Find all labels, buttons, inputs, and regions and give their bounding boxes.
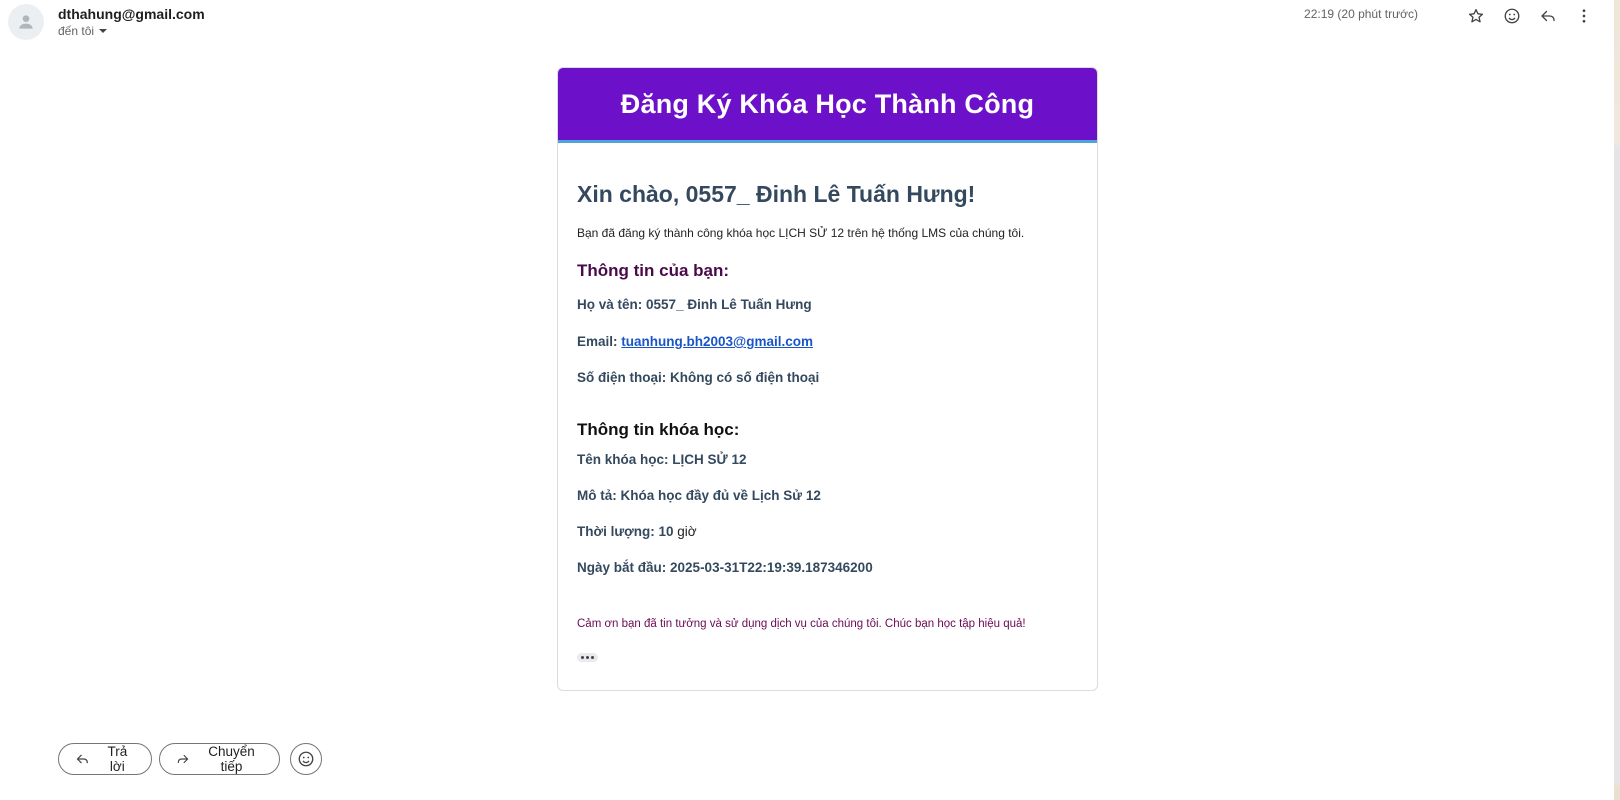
course-info-heading: Thông tin khóa học: [577, 420, 740, 439]
thanks-text: Cảm ơn bạn đã tin tưởng và sử dụng dịch … [577, 618, 1026, 630]
email-card: Đăng Ký Khóa Học Thành Công Xin chào, 05… [557, 67, 1098, 691]
email-title: Đăng Ký Khóa Học Thành Công [620, 88, 1035, 119]
reply-button[interactable]: Trả lời [58, 743, 152, 775]
course-name-label: Tên khóa học: [577, 452, 669, 467]
reply-label: Trả lời [107, 744, 128, 774]
email-row: Email: tuanhung.bh2003@gmail.com [577, 334, 813, 349]
sender-avatar[interactable] [8, 4, 44, 40]
phone-row: Số điện thoại: Không có số điện thoại [577, 370, 819, 385]
sender-email[interactable]: dthahung@gmail.com [58, 6, 205, 22]
description-row: Mô tả: Khóa học đầy đủ về Lịch Sử 12 [577, 488, 821, 503]
forward-label: Chuyển tiếp [208, 744, 255, 774]
forward-button[interactable]: Chuyển tiếp [159, 743, 280, 775]
start-date-row: Ngày bắt đầu: 2025-03-31T22:19:39.187346… [577, 560, 873, 575]
start-date-label: Ngày bắt đầu: [577, 560, 667, 575]
name-label: Họ và tên: [577, 297, 643, 312]
intro-text: Bạn đã đăng ký thành công khóa học LỊCH … [577, 226, 1025, 240]
emoji-icon [298, 751, 314, 767]
timestamp: 22:19 (20 phút trước) [1304, 7, 1418, 21]
phone-value: Không có số điện thoại [670, 370, 820, 385]
course-name-value: LỊCH SỬ 12 [672, 452, 747, 467]
email-banner: Đăng Ký Khóa Học Thành Công [558, 68, 1097, 143]
recipient-label: đến tôi [58, 24, 95, 38]
dot [591, 656, 594, 659]
duration-value: 10 [658, 524, 674, 539]
dot [581, 656, 584, 659]
user-info-heading: Thông tin của bạn: [577, 261, 730, 280]
recipient-details-toggle[interactable]: đến tôi [58, 24, 108, 38]
duration-unit: giờ [677, 524, 697, 539]
emoji-reaction-button[interactable] [290, 743, 322, 775]
duration-row: Thời lượng: 10 giờ [577, 524, 697, 539]
star-icon[interactable] [1460, 2, 1492, 30]
reply-icon [76, 754, 88, 764]
caret-down-icon [99, 29, 108, 33]
message-actions [1460, 2, 1600, 30]
name-row: Họ và tên: 0557_ Đinh Lê Tuấn Hưng [577, 297, 812, 312]
name-value: 0557_ Đinh Lê Tuấn Hưng [646, 297, 812, 312]
more-vert-icon[interactable] [1568, 2, 1600, 30]
description-value: Khóa học đầy đủ về Lịch Sử 12 [620, 488, 821, 503]
reply-icon[interactable] [1532, 2, 1564, 30]
email-label: Email: [577, 334, 618, 349]
show-trimmed-content-button[interactable] [577, 653, 598, 662]
scrollbar[interactable] [1614, 145, 1620, 785]
course-name-row: Tên khóa học: LỊCH SỬ 12 [577, 452, 747, 467]
dot [586, 656, 589, 659]
description-label: Mô tả: [577, 488, 617, 503]
duration-label: Thời lượng: [577, 524, 655, 539]
emoji-icon[interactable] [1496, 2, 1528, 30]
email-link[interactable]: tuanhung.bh2003@gmail.com [621, 334, 813, 349]
greeting: Xin chào, 0557_ Đinh Lê Tuấn Hưng! [577, 181, 976, 207]
person-icon [19, 15, 33, 29]
forward-icon [177, 754, 189, 764]
phone-label: Số điện thoại: [577, 370, 667, 385]
start-date-value: 2025-03-31T22:19:39.187346200 [670, 560, 873, 575]
